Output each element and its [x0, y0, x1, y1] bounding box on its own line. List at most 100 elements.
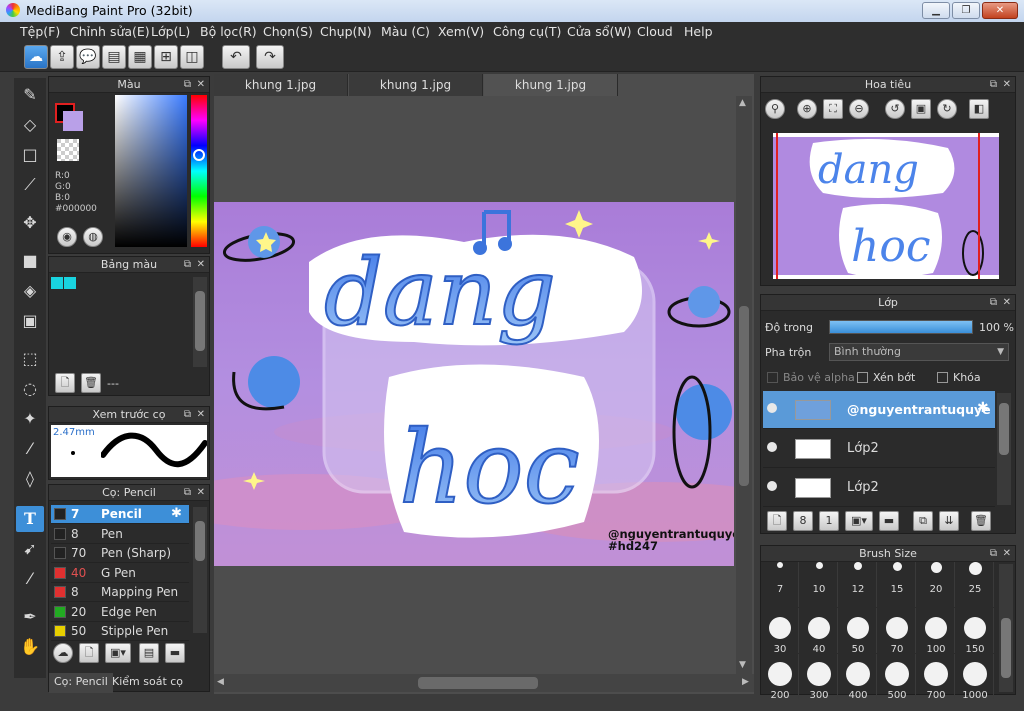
- grid-icon[interactable]: ⊞: [154, 45, 178, 69]
- palette-swatch[interactable]: [51, 277, 63, 289]
- menu-window[interactable]: Cửa sổ(W): [567, 24, 632, 39]
- scroll-thumb[interactable]: [999, 403, 1009, 455]
- brush-size-cell[interactable]: 1000: [956, 654, 994, 701]
- undock-icon[interactable]: ⧉: [184, 257, 191, 272]
- canvas-vertical-scrollbar[interactable]: ▲ ▼: [736, 96, 752, 674]
- magic-wand-icon[interactable]: ✦: [16, 406, 44, 432]
- chat-icon[interactable]: ▤: [102, 45, 126, 69]
- minimize-button[interactable]: ▁: [922, 2, 950, 19]
- select-eraser-icon[interactable]: ◊: [16, 466, 44, 492]
- brush-item[interactable]: 70 Pen (Sharp): [51, 544, 189, 563]
- new-palette-icon[interactable]: 🗋: [55, 373, 75, 393]
- gradient-icon[interactable]: ▣: [16, 308, 44, 334]
- close-panel-icon[interactable]: ✕: [197, 257, 205, 272]
- hue-slider-knob[interactable]: [193, 149, 205, 161]
- hue-slider[interactable]: [191, 95, 207, 247]
- scroll-up-icon[interactable]: ▲: [739, 98, 746, 108]
- brush-size-cell[interactable]: 400: [839, 654, 877, 701]
- lasso-icon[interactable]: ◌: [16, 376, 44, 402]
- brush-size-cell[interactable]: 200: [761, 654, 799, 701]
- page-icon[interactable]: ▦: [128, 45, 152, 69]
- brush-item[interactable]: 8 Mapping Pen: [51, 583, 189, 602]
- eye-icon[interactable]: [767, 442, 777, 452]
- scroll-thumb[interactable]: [1001, 618, 1011, 678]
- alpha-protect-checkbox[interactable]: [767, 372, 778, 383]
- undock-icon[interactable]: ⧉: [184, 77, 191, 92]
- background-color-swatch[interactable]: [63, 111, 83, 131]
- palette-scrollbar[interactable]: [193, 277, 207, 367]
- scroll-thumb[interactable]: [739, 306, 749, 486]
- rotate-left-icon[interactable]: ↺: [885, 99, 905, 119]
- add-layer-dropdown-icon[interactable]: ▣▾: [845, 511, 873, 531]
- layer-row[interactable]: Lớp2: [763, 469, 995, 507]
- brush-size-cell[interactable]: 150: [956, 608, 994, 655]
- flip-icon[interactable]: ◧: [969, 99, 989, 119]
- menu-capture[interactable]: Chụp(N): [320, 24, 372, 39]
- bucket-icon[interactable]: ◈: [16, 278, 44, 304]
- actual-size-icon[interactable]: ▣: [911, 99, 931, 119]
- brush-item[interactable]: 50 Stipple Pen: [51, 622, 189, 641]
- brush-size-cell[interactable]: 12: [839, 562, 877, 607]
- brush-item[interactable]: 20 Edge Pen: [51, 603, 189, 622]
- eyedrop-mode-icon[interactable]: ◍: [83, 227, 103, 247]
- delete-palette-icon[interactable]: 🗑: [81, 373, 101, 393]
- add-brush-dropdown-icon[interactable]: ▣▾: [105, 643, 131, 663]
- new-layer-icon[interactable]: 🗋: [767, 511, 787, 531]
- brush-size-cell[interactable]: 10: [800, 562, 838, 607]
- delete-layer-icon[interactable]: 🗑: [971, 511, 991, 531]
- close-panel-icon[interactable]: ✕: [197, 77, 205, 92]
- lock-checkbox[interactable]: [937, 372, 948, 383]
- layer-folder-icon[interactable]: ▬: [879, 511, 899, 531]
- brush-size-cell[interactable]: 20: [917, 562, 955, 607]
- brush-size-cell[interactable]: 500: [878, 654, 916, 701]
- brush-size-cell[interactable]: 700: [917, 654, 955, 701]
- panel-icon[interactable]: ◫: [180, 45, 204, 69]
- menu-layer[interactable]: Lớp(L): [151, 24, 190, 39]
- scroll-down-icon[interactable]: ▼: [739, 660, 746, 670]
- eyedropper-icon[interactable]: ⁄: [16, 566, 44, 592]
- menu-view[interactable]: Xem(V): [438, 24, 484, 39]
- comment-icon[interactable]: 💬: [76, 45, 100, 69]
- menu-edit[interactable]: Chỉnh sửa(E): [70, 24, 150, 39]
- close-panel-icon[interactable]: ✕: [1003, 295, 1011, 310]
- brush-item[interactable]: 8 Pen: [51, 525, 189, 544]
- undock-icon[interactable]: ⧉: [990, 295, 997, 310]
- brush-cloud-icon[interactable]: ☁: [53, 643, 73, 663]
- rectangle-icon[interactable]: □: [16, 142, 44, 168]
- scroll-thumb[interactable]: [418, 677, 538, 689]
- tab-canvas-3[interactable]: khung 1.jpg: [484, 74, 618, 96]
- brush-size-cell[interactable]: 40: [800, 608, 838, 655]
- transparent-color-swatch[interactable]: [57, 139, 79, 161]
- brush-size-cell[interactable]: 70: [878, 608, 916, 655]
- close-panel-icon[interactable]: ✕: [1003, 77, 1011, 92]
- brush-size-cell[interactable]: 7: [761, 562, 799, 607]
- scroll-right-icon[interactable]: ▶: [742, 677, 749, 687]
- undock-icon[interactable]: ⧉: [990, 77, 997, 92]
- saturation-value-picker[interactable]: [115, 95, 187, 247]
- rotate-right-icon[interactable]: ↻: [937, 99, 957, 119]
- redo-icon[interactable]: ↷: [256, 45, 284, 69]
- line-icon[interactable]: ⟋: [16, 172, 44, 198]
- cloud-icon[interactable]: ☁: [24, 45, 48, 69]
- brush-icon[interactable]: ✎: [16, 82, 44, 108]
- menu-select[interactable]: Chọn(S): [263, 24, 313, 39]
- brush-size-cell[interactable]: 25: [956, 562, 994, 607]
- brush-size-cell[interactable]: 50: [839, 608, 877, 655]
- maximize-button[interactable]: ❐: [952, 2, 980, 19]
- brush-size-cell[interactable]: 15: [878, 562, 916, 607]
- brush-item[interactable]: 40 G Pen: [51, 564, 189, 583]
- brush-folder-icon[interactable]: ▬: [165, 643, 185, 663]
- brush-size-cell[interactable]: 30: [761, 608, 799, 655]
- new-halftone-layer-icon[interactable]: 8: [793, 511, 813, 531]
- canvas-horizontal-scrollbar[interactable]: ◀ ▶: [214, 674, 754, 692]
- fill-rect-icon[interactable]: ■: [16, 248, 44, 274]
- tab-canvas-1[interactable]: khung 1.jpg: [214, 74, 348, 96]
- operation-icon[interactable]: ➹: [16, 536, 44, 562]
- close-panel-icon[interactable]: ✕: [197, 407, 205, 422]
- brush-size-cell[interactable]: 300: [800, 654, 838, 701]
- select-pen-icon[interactable]: ⁄: [16, 436, 44, 462]
- tab-brush[interactable]: Cọ: Pencil: [49, 673, 113, 693]
- brush-settings-icon[interactable]: ▤: [139, 643, 159, 663]
- close-button[interactable]: ✕: [982, 2, 1018, 19]
- palette-dropdown[interactable]: ---: [107, 377, 119, 390]
